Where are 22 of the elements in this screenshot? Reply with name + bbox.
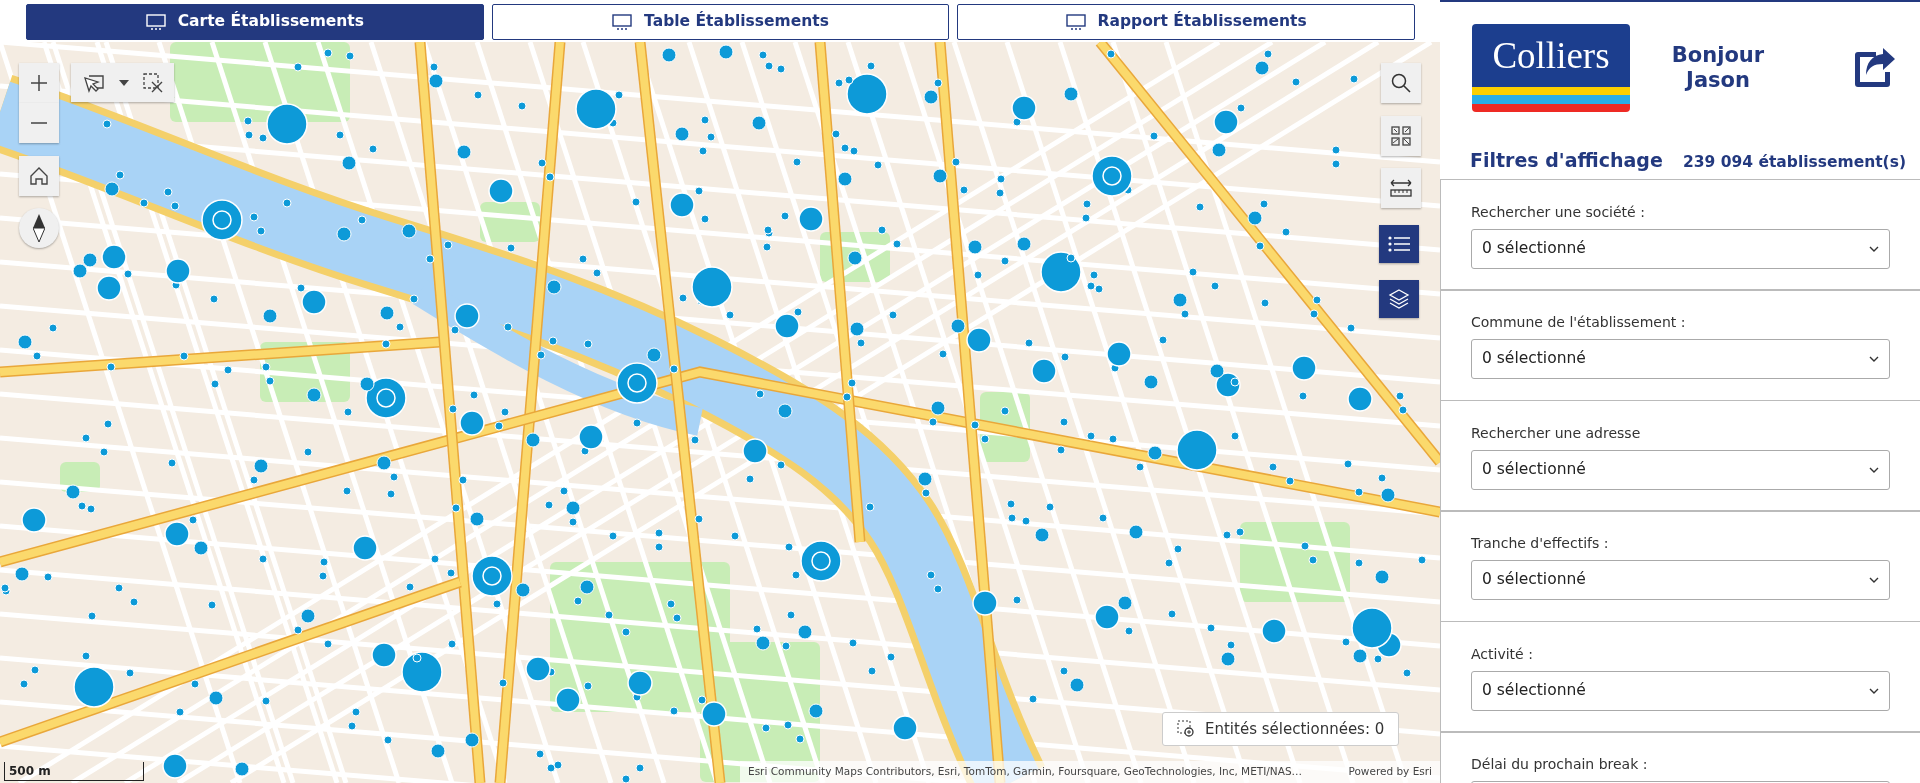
tab[interactable]: Carte Établissements: [26, 4, 484, 40]
powered-by-link[interactable]: Powered by Esri: [1348, 764, 1432, 780]
attribution-text: Esri Community Maps Contributors, Esri, TomTom, Garmin, Foursquare, GeoTechnologies, Inc, METI/NAS…: [748, 764, 1303, 780]
establishment-count: 239 094 établissement(s): [1682, 152, 1906, 174]
filter-dropdown[interactable]: 0 sélectionné: [1471, 228, 1890, 269]
filter-label: Délai du prochain break :: [1471, 755, 1649, 774]
filter-dropdown[interactable]: 0 sélectionné: [1471, 449, 1890, 490]
filter-label: Rechercher une adresse: [1471, 423, 1642, 443]
filter-label: Activité :: [1471, 644, 1534, 664]
greeting-text: Bonjour Jason: [1670, 42, 1766, 94]
filter-dropdown[interactable]: 0 sélectionné: [1471, 560, 1890, 600]
scale-bar: 500 m: [4, 762, 144, 781]
filter-dropdown[interactable]: 0 sélectionné: [1471, 339, 1890, 379]
filters-title: Filtres d'affichage: [1470, 148, 1663, 173]
filter-label: Rechercher une société :: [1471, 202, 1646, 222]
filter-dropdown[interactable]: 0 sélectionné: [1471, 670, 1890, 711]
tab[interactable]: Rapport Établissements: [957, 4, 1415, 40]
tab[interactable]: Table Établissements: [491, 4, 950, 40]
selected-features-button[interactable]: Entités sélectionnées: 0: [1162, 712, 1400, 746]
logo: Colliers: [1472, 24, 1630, 112]
filter-label: Commune de l'établissement :: [1471, 313, 1687, 332]
filter-label: Tranche d'effectifs :: [1471, 534, 1610, 553]
